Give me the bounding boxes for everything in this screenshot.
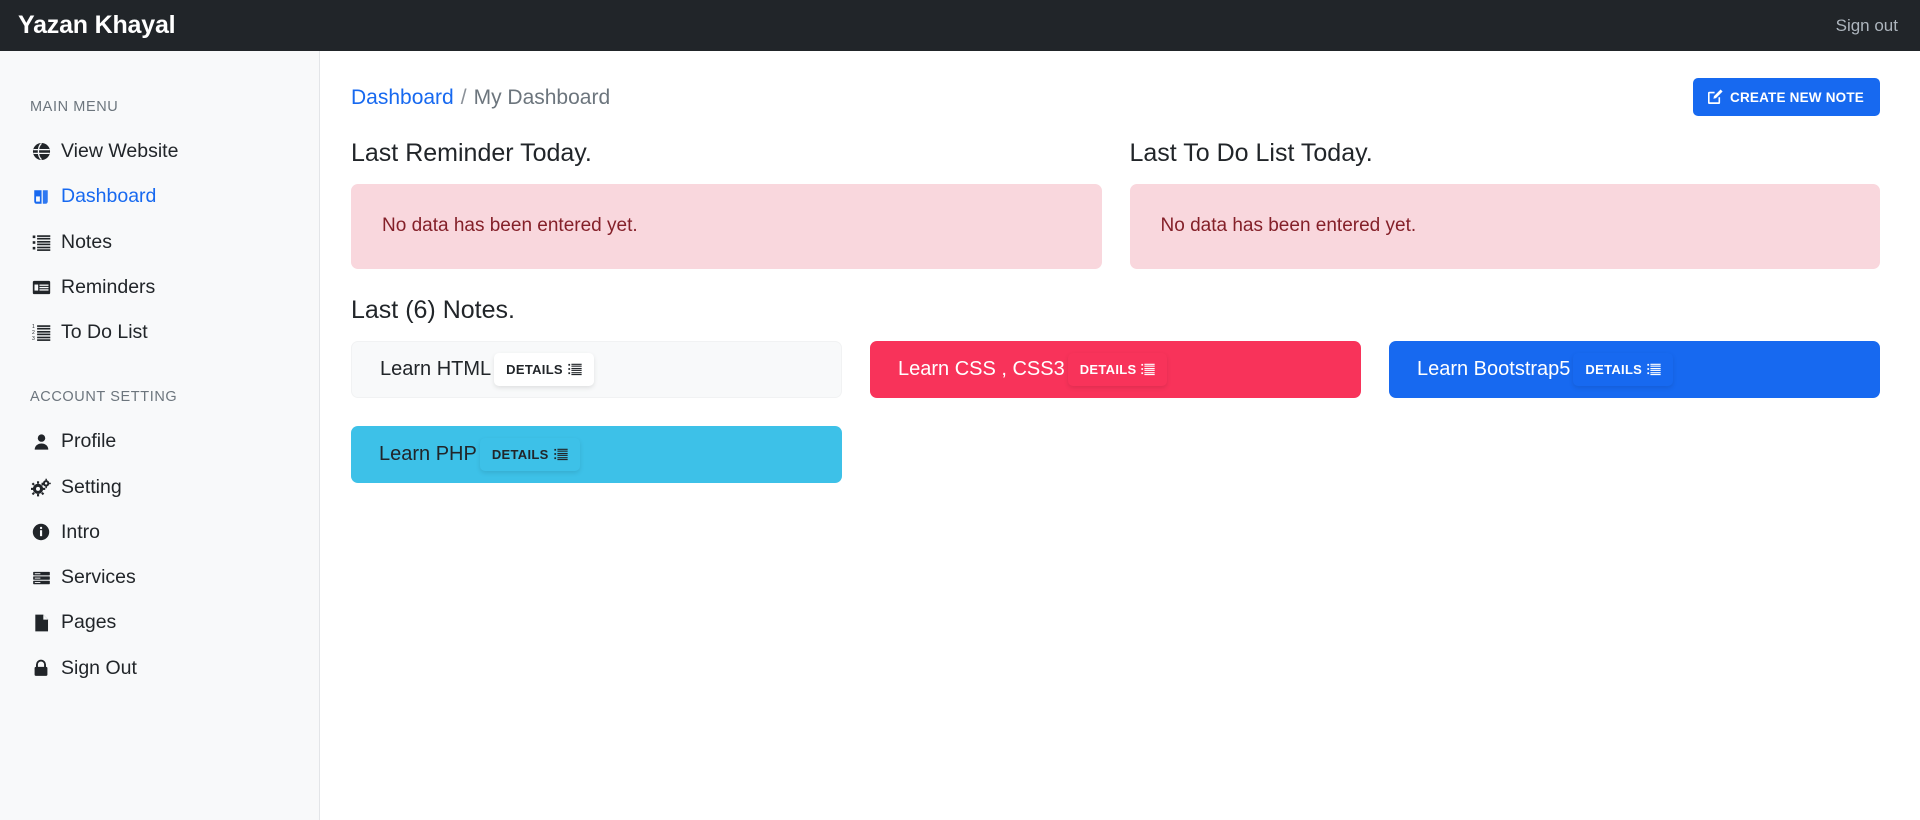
sidebar-item-pages[interactable]: Pages [0,600,319,645]
empty-state-alert: No data has been entered yet. [351,184,1102,269]
list-icon [1647,362,1661,376]
breadcrumb-separator: / [460,86,467,109]
sidebar-item-profile[interactable]: Profile [0,419,319,464]
sidebar-item-label: To Do List [61,321,148,343]
breadcrumb-current: My Dashboard [473,86,611,109]
server-icon [30,568,52,588]
notes-grid: Learn HTML DETAILS Learn CSS , CSS3 DETA… [351,340,1880,483]
sidebar-item-label: Setting [61,475,122,498]
top-bar: Yazan Khayal Sign out [0,0,1920,51]
note-card[interactable]: Learn Bootstrap5 DETAILS [1388,340,1880,398]
sidebar-item-view-website[interactable]: View Website [0,129,319,174]
content-header: Dashboard / My Dashboard CREATE NEW NOTE [321,51,1920,116]
signout-link[interactable]: Sign out [1836,16,1920,36]
sidebar-item-label: Notes [61,230,112,253]
sidebar-item-label: Intro [61,520,101,543]
details-label: DETAILS [1079,361,1137,377]
sidebar-item-setting[interactable]: Setting [0,465,319,510]
note-title: Learn HTML [380,358,492,381]
file-icon [30,613,52,633]
sidebar-item-intro[interactable]: Intro [0,510,319,555]
note-title: Learn CSS , CSS3 [897,358,1065,381]
note-title: Learn PHP [379,443,477,466]
info-circle-icon [30,522,52,542]
details-label: DETAILS [1585,361,1643,377]
details-label: DETAILS [491,446,549,462]
breadcrumb: Dashboard / My Dashboard [351,78,610,111]
sidebar-item-label: Sign Out [61,656,137,679]
sidebar-item-sign-out[interactable]: Sign Out [0,646,319,691]
user-icon [30,432,52,452]
edit-pencil-icon [1707,89,1723,105]
sidebar-item-label: Dashboard [61,185,157,208]
gears-icon [30,477,52,497]
panel-last-todo-list: Last To Do List Today. No data has been … [1129,138,1880,269]
list-icon [1141,362,1156,376]
summary-panels-row: Last Reminder Today. No data has been en… [321,116,1920,269]
notes-section: Last (6) Notes. Learn HTML DETAILS Learn… [321,269,1920,483]
sidebar-item-label: Pages [61,611,117,634]
list-icon [568,362,582,376]
empty-state-alert: No data has been entered yet. [1129,184,1880,269]
sidebar-item-reminders[interactable]: Reminders [0,265,319,310]
sidebar-item-to-do-list[interactable]: 1 2 3 To Do List [0,310,319,355]
panel-last-reminder: Last Reminder Today. No data has been en… [351,138,1102,269]
panel-title: Last To Do List Today. [1129,139,1373,167]
sidebar-item-label: Services [61,566,136,588]
lock-icon [30,658,52,678]
sidebar-item-label: Reminders [61,275,156,298]
list-icon [553,447,568,461]
window-list-icon [30,277,52,297]
note-title: Learn Bootstrap5 [1416,358,1571,381]
create-new-note-button[interactable]: CREATE NEW NOTE [1693,78,1880,116]
create-new-note-label: CREATE NEW NOTE [1730,89,1864,105]
note-card[interactable]: Learn HTML DETAILS [351,340,842,398]
details-label: DETAILS [506,361,563,377]
note-details-button[interactable]: DETAILS [479,437,580,471]
main-content: Dashboard / My Dashboard CREATE NEW NOTE L… [321,51,1920,820]
notes-section-title: Last (6) Notes. [351,295,515,324]
brand-title: Yazan Khayal [18,11,176,39]
sidebar-item-label: View Website [61,140,179,162]
globe-icon [30,142,52,162]
list-ul-icon [30,232,52,252]
dashboard-icon [30,187,52,207]
note-details-button[interactable]: DETAILS [494,352,594,386]
note-card[interactable]: Learn CSS , CSS3 DETAILS [869,340,1361,398]
panel-title: Last Reminder Today. [351,139,592,167]
sidebar-heading-account-setting: ACCOUNT SETTING [30,389,178,406]
sidebar-heading-main-menu: MAIN MENU [30,99,119,115]
sidebar-item-notes[interactable]: Notes [0,220,319,265]
svg-text:3: 3 [32,336,35,342]
sidebar-item-label: Profile [61,430,117,453]
sidebar-item-dashboard[interactable]: Dashboard [0,174,319,219]
list-ol-icon: 1 2 3 [30,323,52,343]
note-details-button[interactable]: DETAILS [1573,352,1674,386]
note-card[interactable]: Learn PHP DETAILS [351,425,842,483]
sidebar-item-services[interactable]: Services [0,555,319,600]
sidebar: MAIN MENU View Website Dashboard Notes R… [0,51,320,820]
breadcrumb-link-dashboard[interactable]: Dashboard [351,86,454,109]
note-details-button[interactable]: DETAILS [1067,352,1168,386]
